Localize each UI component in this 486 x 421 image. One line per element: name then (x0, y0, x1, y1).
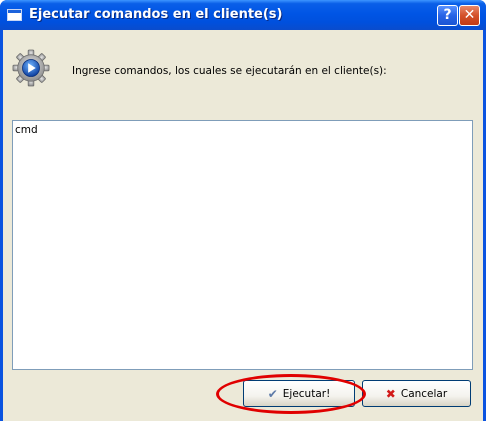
window-title: Ejecutar comandos en el cliente(s) (29, 7, 283, 22)
ejecutar-label: Ejecutar! (282, 387, 331, 400)
cancelar-button[interactable]: ✖ Cancelar (362, 380, 471, 407)
prompt-label: Ingrese comandos, los cuales se ejecutar… (72, 65, 387, 77)
cancelar-label: Cancelar (400, 387, 448, 400)
check-icon: ✔ (267, 386, 278, 401)
close-button[interactable]: ✕ (459, 5, 480, 26)
gear-play-icon (12, 49, 50, 87)
dialog-body: Ingrese comandos, los cuales se ejecutar… (3, 30, 483, 421)
ejecutar-button[interactable]: ✔ Ejecutar! (243, 380, 355, 407)
title-bar[interactable]: Ejecutar comandos en el cliente(s) ? ✕ (0, 0, 486, 30)
command-input[interactable]: cmd (12, 120, 473, 370)
help-button[interactable]: ? (437, 5, 458, 26)
window-icon (7, 9, 22, 21)
dialog-window: Ejecutar comandos en el cliente(s) ? ✕ I… (0, 0, 486, 421)
cancel-x-icon: ✖ (385, 386, 396, 401)
